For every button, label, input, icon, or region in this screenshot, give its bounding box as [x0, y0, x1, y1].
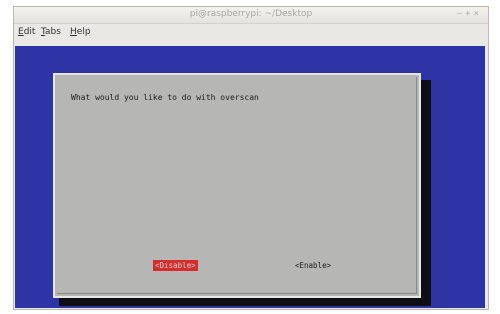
- enable-button[interactable]: <Enable>: [293, 260, 333, 271]
- menu-tabs[interactable]: Tabs: [41, 27, 61, 37]
- dialog-frame: What would you like to do with overscan …: [57, 77, 417, 294]
- menu-help[interactable]: Help: [70, 27, 91, 37]
- window-title: pi@raspberrypi: ~/Desktop: [189, 9, 313, 19]
- menu-edit-label-rest: dit: [23, 27, 36, 37]
- window-controls: –+×: [457, 9, 482, 19]
- minimize-button[interactable]: –: [457, 9, 465, 19]
- disable-button[interactable]: <Disable>: [153, 260, 198, 271]
- dialog-prompt: What would you like to do with overscan: [71, 93, 259, 102]
- menu-edit[interactable]: Edit: [18, 27, 35, 37]
- close-button[interactable]: ×: [474, 9, 482, 19]
- maximize-button[interactable]: +: [465, 9, 473, 19]
- overscan-dialog: What would you like to do with overscan …: [53, 73, 421, 298]
- menu-tabs-label-rest: abs: [45, 27, 61, 37]
- menu-bar: Edit Tabs Help: [14, 23, 488, 41]
- menu-help-mnemonic: H: [70, 27, 77, 37]
- terminal-area[interactable]: What would you like to do with overscan …: [15, 46, 485, 308]
- title-bar[interactable]: pi@raspberrypi: ~/Desktop –+×: [14, 7, 488, 24]
- menu-help-label-rest: elp: [76, 27, 91, 37]
- terminal-window: pi@raspberrypi: ~/Desktop –+× Edit Tabs …: [13, 6, 489, 310]
